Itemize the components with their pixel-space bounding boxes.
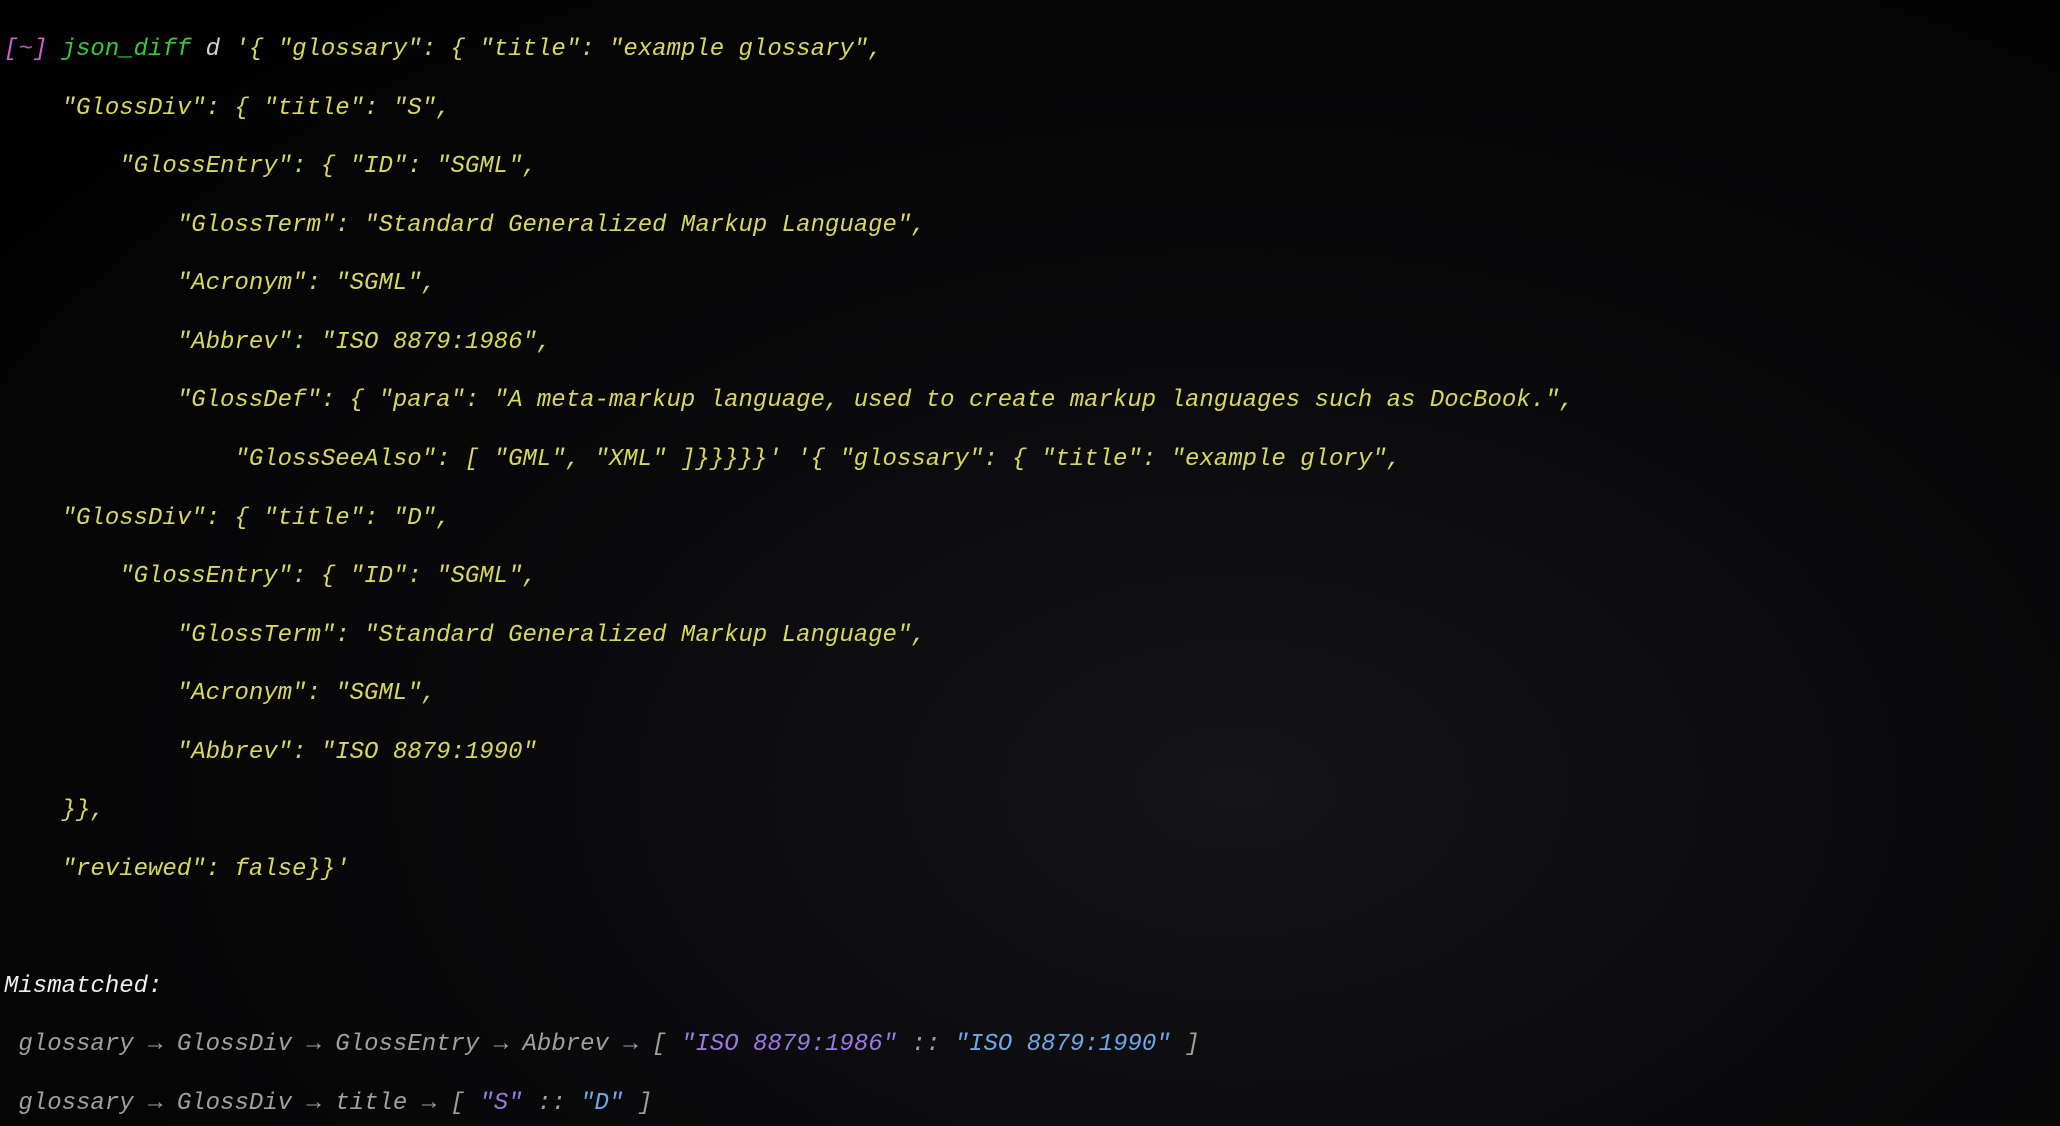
right-value: "ISO 8879:1990" xyxy=(955,1031,1171,1058)
json-arg-line: "GlossEntry": { "ID": "SGML", xyxy=(4,562,2056,591)
path-seg: title xyxy=(335,1090,407,1117)
json-arg-line: "GlossDef": { "para": "A meta-markup lan… xyxy=(4,386,2056,415)
json-arg-line: "GlossSeeAlso": [ "GML", "XML" ]}}}}}' '… xyxy=(4,445,2056,474)
arrow-icon: → xyxy=(479,1031,522,1058)
bracket-close: ] xyxy=(1171,1031,1200,1058)
prompt-close: ] xyxy=(33,36,47,63)
section-header-mismatched: Mismatched: xyxy=(4,972,2056,1001)
blank-line xyxy=(4,913,2056,942)
terminal-output: [~] json_diff d '{ "glossary": { "title"… xyxy=(0,0,2060,1126)
prompt-tilde: ~ xyxy=(18,36,32,63)
json-arg-line: "GlossDiv": { "title": "D", xyxy=(4,504,2056,533)
path-seg: glossary xyxy=(18,1031,133,1058)
json-arg-line: "Abbrev": "ISO 8879:1986", xyxy=(4,328,2056,357)
right-value: "D" xyxy=(580,1090,623,1117)
json-arg-line: }}, xyxy=(4,796,2056,825)
arrow-icon: → xyxy=(134,1090,177,1117)
bracket-close: ] xyxy=(623,1090,652,1117)
path-seg: glossary xyxy=(18,1090,133,1117)
arrow-icon: → xyxy=(134,1031,177,1058)
path-seg: GlossEntry xyxy=(335,1031,479,1058)
json-arg-line: '{ "glossary": { "title": "example gloss… xyxy=(234,36,882,63)
json-arg-line: "Acronym": "SGML", xyxy=(4,269,2056,298)
arrow-icon: → xyxy=(609,1031,652,1058)
path-seg: GlossDiv xyxy=(177,1031,292,1058)
path-seg: GlossDiv xyxy=(177,1090,292,1117)
json-arg-line: "Abbrev": "ISO 8879:1990" xyxy=(4,738,2056,767)
json-arg-line: "GlossTerm": "Standard Generalized Marku… xyxy=(4,621,2056,650)
separator: :: xyxy=(523,1090,581,1117)
bracket-open: [ xyxy=(451,1090,480,1117)
json-arg-line: "Acronym": "SGML", xyxy=(4,679,2056,708)
bracket-open: [ xyxy=(652,1031,681,1058)
arrow-icon: → xyxy=(292,1031,335,1058)
json-arg-line: "GlossTerm": "Standard Generalized Marku… xyxy=(4,211,2056,240)
command-name: json_diff xyxy=(62,36,192,63)
left-value: "S" xyxy=(479,1090,522,1117)
left-value: "ISO 8879:1986" xyxy=(681,1031,897,1058)
json-arg-line: "GlossEntry": { "ID": "SGML", xyxy=(4,152,2056,181)
arrow-icon: → xyxy=(407,1090,450,1117)
path-seg: Abbrev xyxy=(523,1031,609,1058)
mismatch-row: glossary → GlossDiv → GlossEntry → Abbre… xyxy=(4,1030,2056,1059)
json-arg-line: "reviewed": false}}' xyxy=(4,855,2056,884)
mismatch-row: glossary → GlossDiv → title → [ "S" :: "… xyxy=(4,1089,2056,1118)
prompt-open: [ xyxy=(4,36,18,63)
separator: :: xyxy=(897,1031,955,1058)
json-arg-line: "GlossDiv": { "title": "S", xyxy=(4,94,2056,123)
command-arg: d xyxy=(206,36,220,63)
arrow-icon: → xyxy=(292,1090,335,1117)
command-line[interactable]: [~] json_diff d '{ "glossary": { "title"… xyxy=(4,35,2056,64)
